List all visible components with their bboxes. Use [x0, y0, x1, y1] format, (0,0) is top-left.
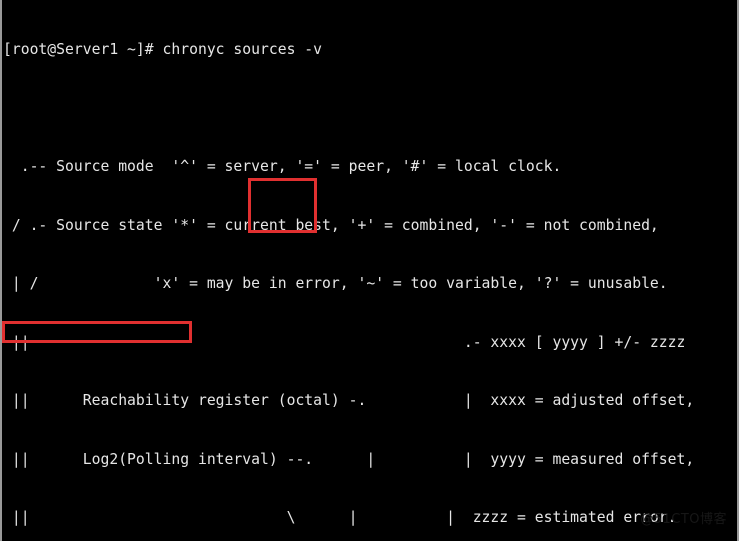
terminal-window[interactable]: [root@Server1 ~]# chronyc sources -v .--… [0, 0, 739, 541]
terminal-line: | / 'x' = may be in error, '~' = too var… [2, 274, 668, 292]
terminal-line: || .- xxxx [ yyyy ] +/- zzzz [2, 332, 686, 351]
watermark: @51CTO博客 [640, 512, 727, 527]
terminal-line: .-- Source mode '^' = server, '=' = peer… [2, 157, 562, 175]
terminal-line: || Log2(Polling interval) --. | | yyyy =… [2, 449, 695, 468]
terminal-screen[interactable]: [root@Server1 ~]# chronyc sources -v .--… [2, 0, 737, 541]
terminal-line: || Reachability register (octal) -. | xx… [2, 391, 695, 409]
terminal-line: / .- Source state '*' = current best, '+… [2, 215, 659, 234]
terminal-line: [root@Server1 ~]# chronyc sources -v [2, 40, 323, 58]
terminal-line: || \ | | zzzz = estimated error. [2, 508, 677, 526]
